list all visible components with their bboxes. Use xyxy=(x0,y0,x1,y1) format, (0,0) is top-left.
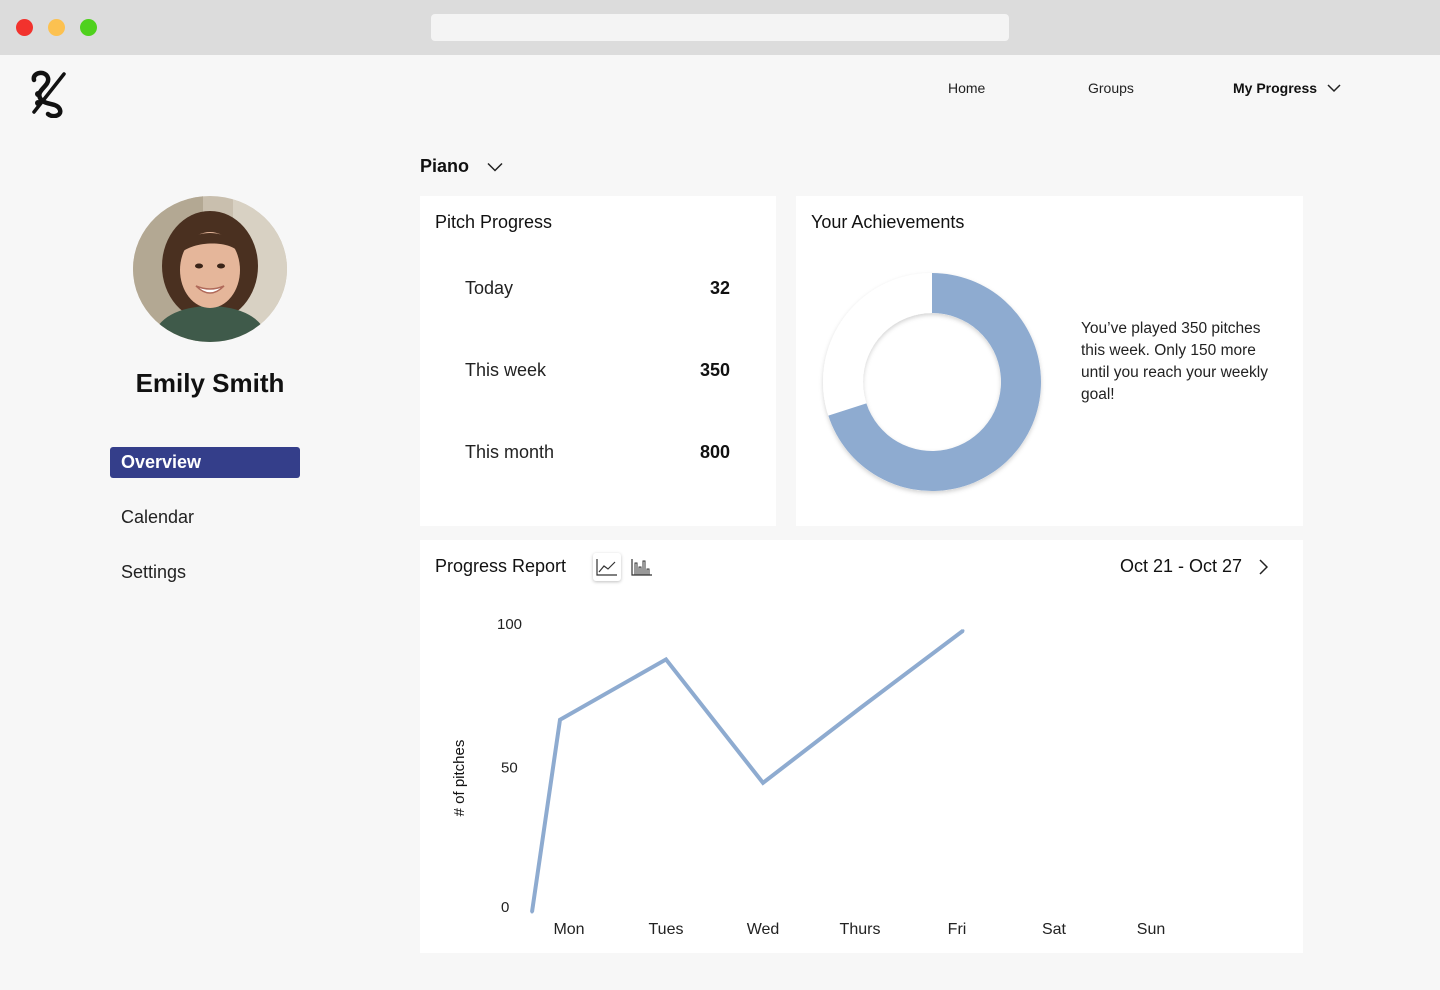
pitch-row-label: This month xyxy=(465,442,555,462)
x-tick-label: Wed xyxy=(747,921,780,938)
nav-my-progress-label: My Progress xyxy=(1233,80,1318,96)
user-name: Emily Smith xyxy=(135,368,285,398)
app-logo[interactable] xyxy=(28,68,70,118)
pitch-row-today: Today 32 xyxy=(465,278,730,299)
minimize-window-button[interactable] xyxy=(48,19,65,36)
pitch-row-value: 32 xyxy=(709,278,730,298)
progress-line-chart: 0 50 100 # of pitches Mon Tues Wed Thurs Fri Sat S… xyxy=(451,616,1165,938)
y-tick-label: 100 xyxy=(497,616,522,633)
pitch-row-label: Today xyxy=(465,278,514,298)
y-axis-label: # of pitches xyxy=(451,740,468,817)
window-titlebar xyxy=(0,0,1440,55)
pitch-row-value: 800 xyxy=(699,442,730,462)
sidebar-item-settings[interactable]: Settings xyxy=(110,557,300,588)
data-point xyxy=(761,781,765,785)
data-point xyxy=(858,706,862,710)
pitch-row-value: 350 xyxy=(699,360,730,380)
instrument-select[interactable]: Piano xyxy=(420,156,503,177)
y-tick-label: 50 xyxy=(501,760,518,777)
pitch-progress-title: Pitch Progress xyxy=(435,212,553,232)
x-tick-label: Sat xyxy=(1042,921,1067,938)
data-point xyxy=(664,657,668,661)
achievements-card: Your Achievements You’ve played 350 pitc… xyxy=(796,196,1303,526)
sidebar-item-overview[interactable]: Overview xyxy=(110,447,300,478)
address-bar[interactable] xyxy=(431,14,1009,41)
data-point xyxy=(961,629,965,633)
data-point xyxy=(530,910,534,914)
x-tick-label: Mon xyxy=(553,921,584,938)
y-tick-label: 0 xyxy=(501,899,509,916)
pitch-row-month: This month 800 xyxy=(465,442,730,463)
achievements-title: Your Achievements xyxy=(811,212,965,232)
maximize-window-button[interactable] xyxy=(80,19,97,36)
chevron-down-icon xyxy=(487,162,503,172)
x-tick-label: Sun xyxy=(1137,921,1165,938)
x-tick-label: Fri xyxy=(948,921,967,938)
data-point xyxy=(558,718,562,722)
avatar xyxy=(133,196,287,342)
x-tick-label: Tues xyxy=(649,921,684,938)
achievement-message: You’ve played 350 pitches this week. Onl… xyxy=(1081,320,1268,403)
achievement-donut-chart xyxy=(823,273,1041,491)
close-window-button[interactable] xyxy=(16,19,33,36)
instrument-select-value: Piano xyxy=(420,156,470,176)
pitch-progress-card: Pitch Progress Today 32 This week 350 Th… xyxy=(420,196,776,526)
x-tick-label: Thurs xyxy=(840,921,881,938)
pitch-row-week: This week 350 xyxy=(465,360,730,381)
sidebar-item-calendar[interactable]: Calendar xyxy=(110,502,300,533)
chevron-down-icon xyxy=(1327,84,1341,93)
series-line xyxy=(530,629,965,913)
progress-report-card: Progress Report Oct 21 - Oct 27 0 50 100 # … xyxy=(420,540,1303,953)
pitch-row-label: This week xyxy=(465,360,547,380)
nav-groups[interactable]: Groups xyxy=(1088,80,1134,96)
nav-home[interactable]: Home xyxy=(948,80,985,96)
nav-my-progress[interactable]: My Progress xyxy=(1233,80,1341,96)
